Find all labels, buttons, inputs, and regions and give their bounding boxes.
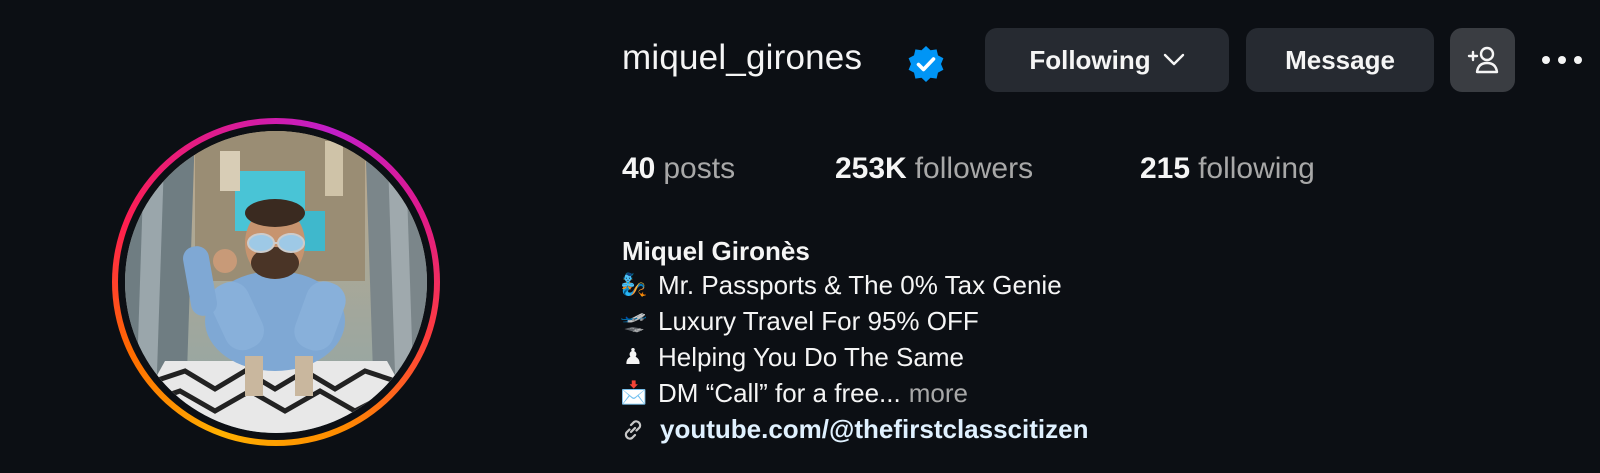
genie-icon: 🧞 xyxy=(620,273,648,298)
following-count: 215 xyxy=(1140,152,1191,185)
bio-line-text: Mr. Passports & The 0% Tax Genie xyxy=(658,270,1062,300)
posts-label: posts xyxy=(663,152,736,185)
chess-pawn-icon: ♟ xyxy=(623,345,643,370)
bio-line-text: Helping You Do The Same xyxy=(658,342,964,372)
bio-line: ♟ Helping You Do The Same xyxy=(620,342,964,373)
bio-line: 📩 DM “Call” for a free... more xyxy=(620,378,968,409)
bio-line-text: DM “Call” for a free... xyxy=(658,378,901,408)
following-button[interactable]: Following xyxy=(985,28,1229,92)
bio-line: 🛫 Luxury Travel For 95% OFF xyxy=(620,306,979,337)
more-horizontal-icon[interactable] xyxy=(1538,46,1586,74)
bio-line: 🧞 Mr. Passports & The 0% Tax Genie xyxy=(620,270,1062,301)
chevron-down-icon xyxy=(1163,53,1184,66)
bio-link-text[interactable]: youtube.com/@thefirstclasscitizen xyxy=(660,414,1088,445)
bio-line-text: Luxury Travel For 95% OFF xyxy=(658,306,979,336)
link-icon xyxy=(624,419,642,440)
message-button[interactable]: Message xyxy=(1246,28,1434,92)
bio-link[interactable]: youtube.com/@thefirstclasscitizen xyxy=(620,414,1088,445)
posts-count: 40 xyxy=(622,152,656,185)
suggest-people-button[interactable] xyxy=(1450,28,1515,92)
following-stat-label: following xyxy=(1198,152,1315,185)
add-person-icon xyxy=(1467,46,1498,74)
airplane-icon: 🛫 xyxy=(620,309,648,334)
avatar[interactable] xyxy=(125,131,427,433)
following-button-label: Following xyxy=(1029,44,1151,75)
following-stat[interactable]: 215 following xyxy=(1140,152,1315,186)
bio-more-link[interactable]: more xyxy=(909,378,968,409)
followers-count: 253K xyxy=(835,152,907,185)
avatar-story-ring[interactable] xyxy=(112,118,440,446)
followers-stat[interactable]: 253K followers xyxy=(835,152,1033,186)
verified-badge-icon xyxy=(908,46,944,82)
followers-label: followers xyxy=(914,152,1034,185)
envelope-icon: 📩 xyxy=(620,381,648,406)
message-button-label: Message xyxy=(1285,44,1395,75)
profile-username: miquel_girones xyxy=(622,38,863,77)
posts-stat: 40 posts xyxy=(622,152,735,186)
avatar-photo-image xyxy=(125,131,427,433)
profile-full-name: Miquel Gironès xyxy=(622,236,810,266)
